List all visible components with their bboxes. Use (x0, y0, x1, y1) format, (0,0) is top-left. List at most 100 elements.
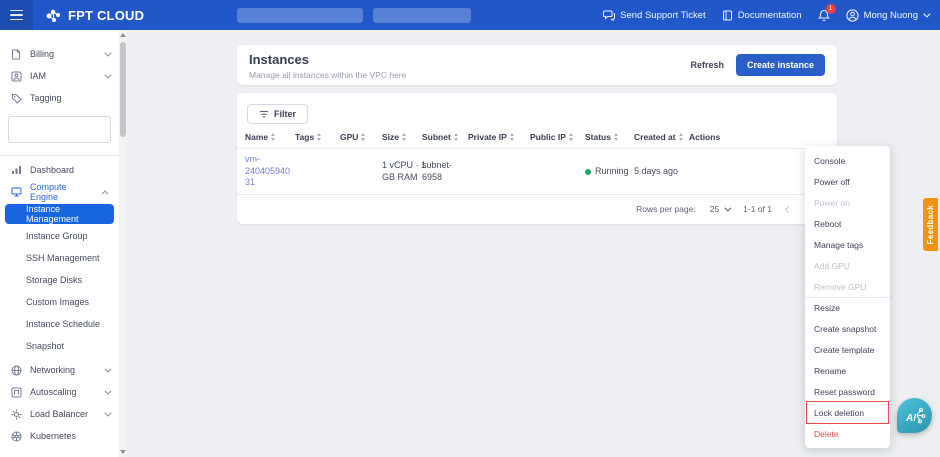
sort-icon[interactable] (317, 133, 321, 141)
rows-per-page-label: Rows per page: (636, 204, 696, 214)
documentation-label: Documentation (738, 10, 802, 21)
cell-created-at: 5 days ago (634, 166, 689, 178)
user-avatar-icon (846, 9, 859, 22)
sidebar-item-instance-schedule[interactable]: Instance Schedule (0, 313, 119, 335)
menu-item-rename[interactable]: Rename (805, 360, 890, 381)
chevron-left-icon (785, 206, 792, 213)
column-header-tags[interactable]: Tags (295, 132, 340, 142)
chevron-down-icon (104, 365, 111, 372)
pagination: Rows per page: 25 1-1 of 1 (237, 195, 837, 223)
sort-icon[interactable] (402, 133, 406, 141)
menu-item-reset-password[interactable]: Reset password (805, 381, 890, 402)
chevron-down-icon (725, 204, 732, 211)
sidebar-item-custom-images[interactable]: Custom Images (0, 291, 119, 313)
sidebar-item-label: Billing (30, 49, 54, 59)
sort-icon[interactable] (614, 133, 618, 141)
column-header-size[interactable]: Size (382, 132, 422, 142)
sort-icon[interactable] (361, 133, 365, 141)
user-name: Mong Nuong (864, 10, 918, 21)
actions-context-menu: Console Power off Power on Reboot Manage… (805, 146, 890, 448)
column-header-gpu[interactable]: GPU (340, 132, 382, 142)
instance-name-link[interactable]: vm-24040594031 (245, 154, 290, 187)
menu-item-create-snapshot[interactable]: Create snapshot (805, 318, 890, 339)
send-support-ticket-link[interactable]: Send Support Ticket (603, 10, 706, 21)
vpc-selector[interactable] (8, 116, 111, 143)
menu-item-manage-tags[interactable]: Manage tags (805, 234, 890, 255)
scroll-up-icon[interactable] (120, 33, 126, 37)
column-header-status[interactable]: Status (585, 132, 634, 142)
page-subtitle: Manage all instances within the VPC here (249, 70, 406, 80)
sidebar-item-kubernetes[interactable]: Kubernetes (0, 425, 119, 447)
navbar-redacted-selector-2[interactable] (373, 8, 471, 23)
sidebar-item-load-balancer[interactable]: Load Balancer (0, 403, 119, 425)
scroll-down-icon[interactable] (120, 450, 126, 454)
notifications-button[interactable]: 1 (818, 9, 830, 22)
sort-icon[interactable] (271, 133, 275, 141)
sidebar-item-snapshot[interactable]: Snapshot (0, 335, 119, 357)
sort-icon[interactable] (510, 133, 514, 141)
column-header-created-at[interactable]: Created at (634, 132, 689, 142)
sidebar-item-label: Instance Schedule (26, 319, 100, 329)
column-header-public-ip[interactable]: Public IP (530, 132, 585, 142)
chevron-up-icon (102, 190, 109, 197)
sort-icon[interactable] (679, 133, 683, 141)
user-menu-chevron-down-icon (923, 10, 930, 17)
page-title: Instances (249, 52, 406, 67)
column-header-subnet[interactable]: Subnet (422, 132, 468, 142)
chevron-down-icon (104, 49, 111, 56)
cell-size: 1 vCPU · 1 GB RAM (382, 160, 426, 183)
sidebar-item-dashboard[interactable]: Dashboard (0, 159, 119, 181)
support-chat-icon (603, 10, 615, 21)
menu-item-delete[interactable]: Delete (805, 423, 890, 444)
sidebar-scrollbar-thumb[interactable] (120, 42, 126, 137)
sidebar-scrollbar[interactable] (119, 30, 127, 457)
menu-item-lock-deletion[interactable]: Lock deletion (805, 402, 890, 423)
refresh-button[interactable]: Refresh (690, 60, 724, 70)
iam-icon (10, 71, 22, 82)
sidebar-item-instance-management[interactable]: Instance Management (5, 204, 114, 224)
fpt-cloud-logo[interactable]: FPT CLOUD (45, 8, 144, 23)
compute-engine-icon (10, 187, 22, 197)
sidebar-item-ssh-management[interactable]: SSH Management (0, 247, 119, 269)
feedback-tab[interactable]: Feedback (923, 198, 938, 251)
sidebar-item-instance-group[interactable]: Instance Group (0, 225, 119, 247)
documentation-link[interactable]: Documentation (722, 10, 802, 21)
sidebar-item-iam[interactable]: IAM (0, 65, 119, 87)
sidebar-item-storage-disks[interactable]: Storage Disks (0, 269, 119, 291)
sidebar-item-tagging[interactable]: Tagging (0, 87, 119, 109)
kubernetes-icon (10, 431, 22, 442)
menu-item-resize[interactable]: Resize (805, 297, 890, 318)
instances-table-card: Filter Name Tags GPU Size Subnet Private… (237, 93, 837, 224)
sidebar-item-networking[interactable]: Networking (0, 359, 119, 381)
navbar-redacted-selector-1[interactable] (237, 8, 363, 23)
brand-text: FPT CLOUD (68, 8, 144, 23)
rows-per-page-select[interactable]: 25 (710, 204, 729, 214)
filter-funnel-icon (259, 110, 269, 119)
user-menu[interactable]: Mong Nuong (846, 9, 928, 22)
sort-icon[interactable] (569, 133, 573, 141)
sidebar-item-compute-engine[interactable]: Compute Engine (0, 181, 119, 203)
chevron-down-icon (104, 71, 111, 78)
ai-chat-button[interactable]: AI (897, 398, 932, 433)
column-header-name[interactable]: Name (245, 132, 295, 142)
cell-status: Running (585, 166, 634, 178)
menu-item-reboot[interactable]: Reboot (805, 213, 890, 234)
table-header-row: Name Tags GPU Size Subnet Private IP Pub… (237, 132, 837, 149)
menu-item-power-off[interactable]: Power off (805, 171, 890, 192)
send-support-ticket-label: Send Support Ticket (620, 10, 706, 21)
column-header-private-ip[interactable]: Private IP (468, 132, 530, 142)
cell-subnet: subnet-6958 (422, 160, 466, 183)
menu-item-console[interactable]: Console (805, 150, 890, 171)
top-navbar: FPT CLOUD Send Support Ticket Documentat… (0, 0, 940, 30)
sort-icon[interactable] (454, 133, 458, 141)
create-instance-button[interactable]: Create instance (736, 54, 825, 76)
ai-molecule-icon: AI (904, 406, 926, 426)
sidebar-item-billing[interactable]: Billing (0, 43, 119, 65)
hamburger-menu-icon[interactable] (0, 0, 33, 30)
sidebar-item-autoscaling[interactable]: Autoscaling (0, 381, 119, 403)
filter-button[interactable]: Filter (247, 104, 308, 124)
pagination-prev-button[interactable] (786, 204, 791, 214)
sidebar-item-label: Dashboard (30, 165, 74, 175)
menu-item-create-template[interactable]: Create template (805, 339, 890, 360)
billing-icon (10, 49, 22, 60)
